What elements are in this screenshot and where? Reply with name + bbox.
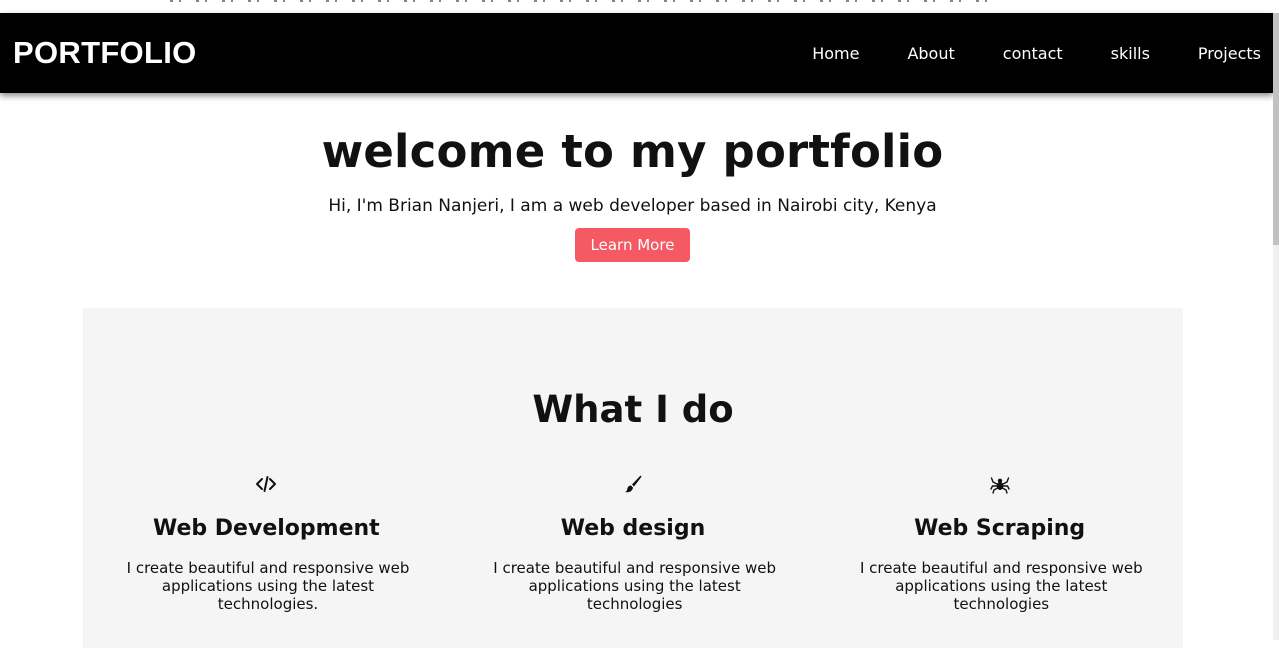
service-card-web-development: Web Development I create beautiful and r… [83,472,450,613]
code-icon [123,472,410,496]
nav-link-skills[interactable]: skills [1111,44,1150,63]
scrollbar-thumb[interactable] [1273,13,1279,245]
hero-subtitle: Hi, I'm Brian Nanjeri, I am a web develo… [328,196,937,216]
nav-link-contact[interactable]: contact [1003,44,1063,63]
service-card-web-scraping: Web Scraping I create beautiful and resp… [816,472,1183,613]
service-title: Web Scraping [914,516,1086,541]
nav-link-projects[interactable]: Projects [1198,44,1261,63]
navbar: PORTFOLIO Home About contact skills Proj… [0,13,1273,93]
learn-more-button[interactable]: Learn More [574,228,691,262]
top-strip [0,0,1279,13]
services-section: What I do Web Development I create beaut… [83,308,1183,648]
hero-title: welcome to my portfolio [321,125,944,178]
service-description: I create beautiful and responsive web ap… [493,559,777,613]
clipped-text-strip [170,0,990,2]
nav-link-about[interactable]: About [907,44,954,63]
service-description: I create beautiful and responsive web ap… [126,559,410,613]
spider-icon [856,472,1143,496]
page-scrollbar[interactable] [1273,13,1279,640]
hero-section: welcome to my portfolio Hi, I'm Brian Na… [0,93,1265,262]
paintbrush-icon [490,472,777,496]
service-card-web-design: Web design I create beautiful and respon… [450,472,817,613]
service-title: Web Development [152,516,380,541]
services-title: What I do [532,388,734,431]
service-description: I create beautiful and responsive web ap… [859,559,1143,613]
nav-link-home[interactable]: Home [812,44,859,63]
services-cards: Web Development I create beautiful and r… [83,472,1183,613]
service-title: Web design [560,516,706,541]
brand-logo[interactable]: PORTFOLIO [13,35,197,71]
nav-links: Home About contact skills Projects [764,44,1261,63]
